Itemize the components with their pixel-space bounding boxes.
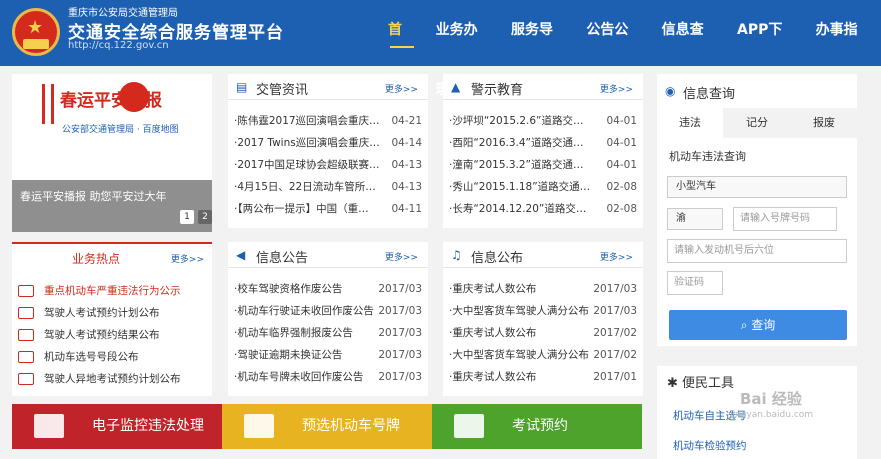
query-button[interactable]: ⌕ 查询 <box>669 310 847 340</box>
news-icon: ▤ <box>236 80 248 94</box>
publish-panel: ♫ 信息公布 更多>> ·重庆考试人数公布 2017/03 ·大中型客货车驾驶人满分公… <box>443 242 643 396</box>
calendar-icon <box>18 307 34 319</box>
slide-dot-2[interactable]: 2 <box>198 210 212 224</box>
electronic-violation-button[interactable]: 电子监控违法处理 <box>12 404 222 449</box>
notice-panel: ◀ 信息公告 更多>> ·校车驾驶资格作废公告 2017/03 ·机动车行驶证未收回作… <box>228 242 428 396</box>
police-emblem-icon: ★ <box>12 8 60 56</box>
list-item[interactable]: ·4月15日、22日流动车管所… 04-13 <box>234 176 422 198</box>
region-select[interactable]: 渝 <box>667 208 723 230</box>
query-panel: ◉ 信息查询 违法 记分 报废 机动车违法查询 小型汽车 渝 请输入号牌号码 请… <box>657 74 857 346</box>
site-header: ★ 重庆市公安局交通管理局 交通安全综合服务管理平台 http://cq.122… <box>0 0 881 98</box>
list-item[interactable]: ·机动车行驶证未收回作废公告 2017/03 <box>234 300 422 322</box>
nav-business[interactable]: 业务办理 <box>426 0 501 98</box>
list-item[interactable]: ·秀山“2015.1.18”道路交通… 02-08 <box>449 176 637 198</box>
vehicle-type-select[interactable]: 小型汽车 <box>667 176 847 198</box>
plate-number-icon <box>244 414 274 438</box>
hot-title: 业务热点 <box>72 252 121 266</box>
partner-logos: 公安部交通管理局 · 百度地图 <box>62 125 179 135</box>
query-tabs: 违法 记分 报废 <box>657 108 857 138</box>
plate-icon <box>18 351 34 363</box>
notice-more-link[interactable]: 更多>> <box>385 250 418 263</box>
list-item[interactable]: ·大中型客货车驾驶人满分公布 2017/02 <box>449 344 637 366</box>
query-subtitle: 机动车违法查询 <box>669 150 746 163</box>
list-item[interactable]: ·重庆考试人数公布 2017/02 <box>449 322 637 344</box>
service-item[interactable]: 机动车检验预约 <box>673 438 747 453</box>
nav-query[interactable]: 信息查询 <box>652 0 727 98</box>
service-title: ✱ 便民工具 <box>667 376 735 391</box>
list-item[interactable]: 驾驶人考试预约结果公布 <box>18 324 160 346</box>
news-panel: ▤ 交管资讯 更多>> ·陈伟霆2017巡回演唱会重庆… 04-21 ·2017 Tw… <box>228 74 428 228</box>
list-item[interactable]: ·【两公布一提示】中国（重… 04-11 <box>234 198 422 220</box>
main-nav: 首页 业务办理 服务导航 公告公布 信息查询 APP下载 办事指南 <box>378 0 881 98</box>
list-item[interactable]: ·酉阳“2016.3.4”道路交通… 04-01 <box>449 132 637 154</box>
chinese-knot-icon <box>42 84 54 124</box>
slide-text: 春运平安播报 助您平安过大年 <box>20 190 167 203</box>
plate-preselect-button[interactable]: 预选机动车号牌 <box>222 404 432 449</box>
list-item[interactable]: ·潼南“2015.3.2”道路交通… 04-01 <box>449 154 637 176</box>
list-item[interactable]: ·机动车临界强制报废公告 2017/03 <box>234 322 422 344</box>
warning-title: 警示教育 <box>471 83 524 98</box>
captcha-input[interactable]: 验证码 <box>667 271 723 295</box>
nav-guide[interactable]: 办事指南 <box>806 0 881 98</box>
nav-announce[interactable]: 公告公布 <box>576 0 651 98</box>
nav-app[interactable]: APP下载 <box>727 0 806 98</box>
list-item[interactable]: ·驾驶证逾期未换证公告 2017/03 <box>234 344 422 366</box>
warning-more-link[interactable]: 更多>> <box>600 82 633 95</box>
list-item[interactable]: ·机动车号牌未收回作废公告 2017/03 <box>234 366 422 388</box>
list-item[interactable]: ·重庆考试人数公布 2017/01 <box>449 366 637 388</box>
tab-violation[interactable]: 违法 <box>657 108 723 138</box>
plate-number-input[interactable]: 请输入号牌号码 <box>733 207 837 231</box>
engine-number-input[interactable]: 请输入发动机号后六位 <box>667 239 847 263</box>
warning-icon: ▲ <box>451 80 461 94</box>
list-item[interactable]: 机动车选号号段公布 <box>18 346 139 368</box>
list-item[interactable]: ·大中型客货车驾驶人满分公布 2017/03 <box>449 300 637 322</box>
list-item[interactable]: ·校车驾驶资格作废公告 2017/03 <box>234 278 422 300</box>
list-item[interactable]: 驾驶人异地考试预约计划公布 <box>18 368 181 390</box>
banner-title: 春运平安播报 <box>60 91 162 111</box>
org-name: 重庆市公安局交通管理局 <box>68 8 178 19</box>
tab-scrap[interactable]: 报废 <box>791 108 857 138</box>
notice-title: 信息公告 <box>256 251 309 266</box>
site-url[interactable]: http://cq.122.gov.cn <box>68 40 169 51</box>
news-more-link[interactable]: 更多>> <box>385 82 418 95</box>
list-item[interactable]: ·沙坪坝“2015.2.6”道路交… 04-01 <box>449 110 637 132</box>
nav-service[interactable]: 服务导航 <box>501 0 576 98</box>
nav-home[interactable]: 首页 <box>378 0 426 98</box>
hot-more-link[interactable]: 更多>> <box>171 252 204 265</box>
person-icon <box>18 373 34 385</box>
camera-icon <box>34 414 64 438</box>
list-item[interactable]: 重点机动车严重违法行为公示 <box>18 280 181 302</box>
list-item[interactable]: ·长寿“2014.12.20”道路交… 02-08 <box>449 198 637 220</box>
query-icon: ◉ <box>665 84 676 98</box>
alert-icon <box>18 285 34 297</box>
publish-more-link[interactable]: 更多>> <box>600 250 633 263</box>
watermark-url: jingyan.baidu.com <box>730 410 814 420</box>
news-title: 交管资讯 <box>256 83 309 98</box>
calendar-icon <box>454 414 484 438</box>
list-item[interactable]: ·2017中国足球协会超级联赛… 04-13 <box>234 154 422 176</box>
slideshow-caption: 春运平安播报 助您平安过大年 1 2 <box>12 180 212 232</box>
tab-points[interactable]: 记分 <box>724 108 790 138</box>
spring-festival-banner[interactable]: 春运平安播报 公安部交通管理局 · 百度地图 <box>12 74 212 180</box>
list-item[interactable]: 驾驶人考试预约计划公布 <box>18 302 160 324</box>
document-icon <box>18 329 34 341</box>
watermark-logo: Bai 经验 <box>740 390 802 408</box>
bell-icon: ♫ <box>451 248 462 262</box>
hot-business-panel: 业务热点 更多>> 重点机动车严重违法行为公示 驾驶人考试预约计划公布 驾驶人考… <box>12 242 212 396</box>
warning-panel: ▲ 警示教育 更多>> ·沙坪坝“2015.2.6”道路交… 04-01 ·酉阳“20… <box>443 74 643 228</box>
list-item[interactable]: ·2017 Twins巡回演唱会重庆… 04-14 <box>234 132 422 154</box>
list-item[interactable]: ·陈伟霆2017巡回演唱会重庆… 04-21 <box>234 110 422 132</box>
query-title: 信息查询 <box>683 87 736 102</box>
slide-dot-1[interactable]: 1 <box>180 210 194 224</box>
publish-title: 信息公布 <box>471 251 524 266</box>
list-item[interactable]: ·重庆考试人数公布 2017/03 <box>449 278 637 300</box>
megaphone-icon: ◀ <box>236 248 246 262</box>
exam-booking-button[interactable]: 考试预约 <box>432 404 642 449</box>
